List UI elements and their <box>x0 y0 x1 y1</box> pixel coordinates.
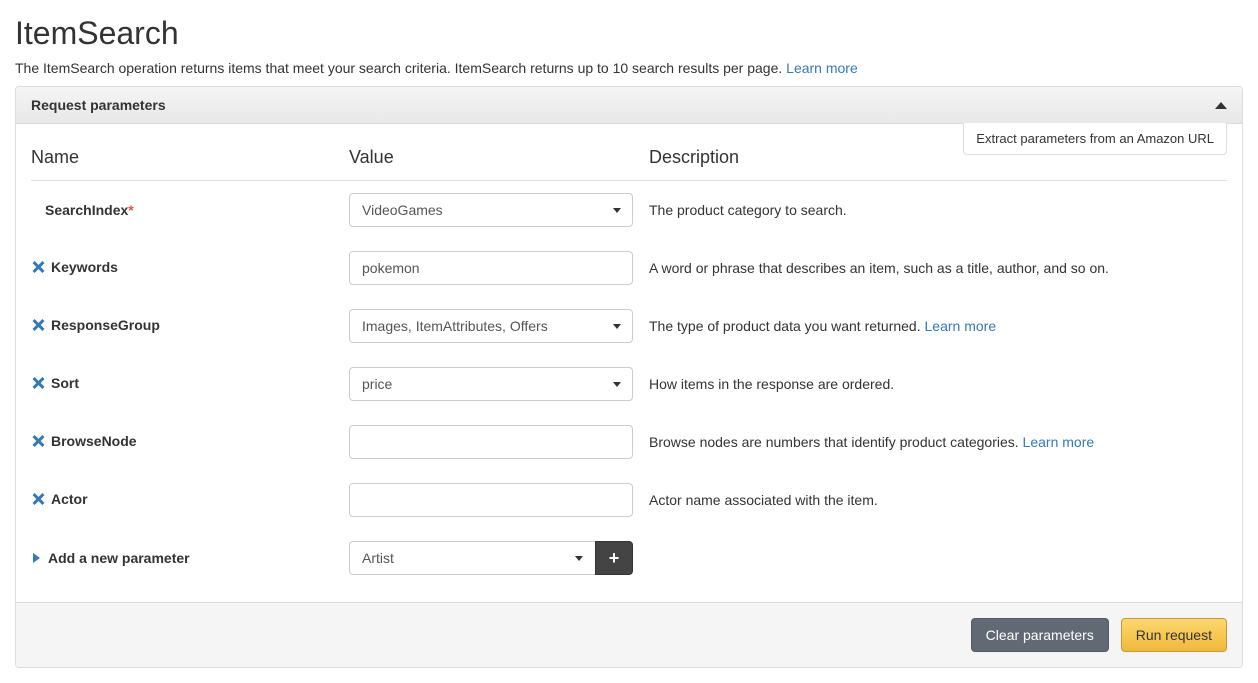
param-input[interactable] <box>349 251 633 285</box>
param-input[interactable] <box>349 425 633 459</box>
add-parameter-row: Add a new parameter Artist + <box>31 529 1227 587</box>
param-select[interactable]: Images, ItemAttributes, Offers <box>349 309 633 343</box>
param-name: ResponseGroup <box>31 317 160 333</box>
remove-icon[interactable] <box>31 492 45 506</box>
learn-more-link[interactable]: Learn more <box>1023 434 1095 450</box>
request-parameters-panel: Request parameters Extract parameters fr… <box>15 86 1243 668</box>
param-name: SearchIndex* <box>31 202 134 218</box>
param-description: Actor name associated with the item. <box>641 471 1227 529</box>
learn-more-link[interactable]: Learn more <box>786 60 858 76</box>
plus-icon: + <box>609 548 620 569</box>
param-name: Actor <box>31 491 88 507</box>
param-name: Keywords <box>31 259 118 275</box>
table-row: Sort priceHow items in the response are o… <box>31 355 1227 413</box>
add-parameter-select[interactable]: Artist <box>349 541 595 575</box>
table-row: ResponseGroup Images, ItemAttributes, Off… <box>31 297 1227 355</box>
param-name: Sort <box>31 375 79 391</box>
add-parameter-label: Add a new parameter <box>31 550 190 566</box>
page-title: ItemSearch <box>15 15 1243 52</box>
param-select[interactable]: price <box>349 367 633 401</box>
panel-footer: Clear parameters Run request <box>16 602 1242 667</box>
learn-more-link[interactable]: Learn more <box>925 318 997 334</box>
chevron-up-icon[interactable] <box>1215 102 1227 109</box>
table-row: BrowseNode Browse nodes are numbers that … <box>31 413 1227 471</box>
table-row: SearchIndex* VideoGamesThe product catego… <box>31 181 1227 240</box>
table-row: Keywords A word or phrase that describes … <box>31 239 1227 297</box>
param-name: BrowseNode <box>31 433 137 449</box>
clear-parameters-button[interactable]: Clear parameters <box>971 618 1109 652</box>
panel-title: Request parameters <box>31 97 166 113</box>
remove-icon[interactable] <box>31 260 45 274</box>
param-description: The type of product data you want return… <box>641 297 1227 355</box>
remove-icon[interactable] <box>31 434 45 448</box>
chevron-right-icon <box>33 553 40 563</box>
param-description: A word or phrase that describes an item,… <box>641 239 1227 297</box>
param-select[interactable]: VideoGames <box>349 193 633 227</box>
param-description: How items in the response are ordered. <box>641 355 1227 413</box>
col-value: Value <box>341 139 641 181</box>
add-parameter-input-group: Artist + <box>349 541 633 575</box>
subtitle-text: The ItemSearch operation returns items t… <box>15 60 786 76</box>
param-description: The product category to search. <box>641 181 1227 240</box>
param-input[interactable] <box>349 483 633 517</box>
table-row: Actor Actor name associated with the item… <box>31 471 1227 529</box>
panel-body: Extract parameters from an Amazon URL Na… <box>16 124 1242 602</box>
param-description: Browse nodes are numbers that identify p… <box>641 413 1227 471</box>
col-name: Name <box>31 139 341 181</box>
required-indicator: * <box>128 202 133 218</box>
panel-heading[interactable]: Request parameters <box>16 87 1242 124</box>
run-request-button[interactable]: Run request <box>1121 618 1227 652</box>
add-parameter-button[interactable]: + <box>595 541 633 575</box>
remove-icon[interactable] <box>31 376 45 390</box>
parameters-table: Name Value Description SearchIndex*Video… <box>31 139 1227 587</box>
page-subtitle: The ItemSearch operation returns items t… <box>15 60 1243 76</box>
extract-parameters-button[interactable]: Extract parameters from an Amazon URL <box>963 123 1227 155</box>
remove-icon[interactable] <box>31 318 45 332</box>
